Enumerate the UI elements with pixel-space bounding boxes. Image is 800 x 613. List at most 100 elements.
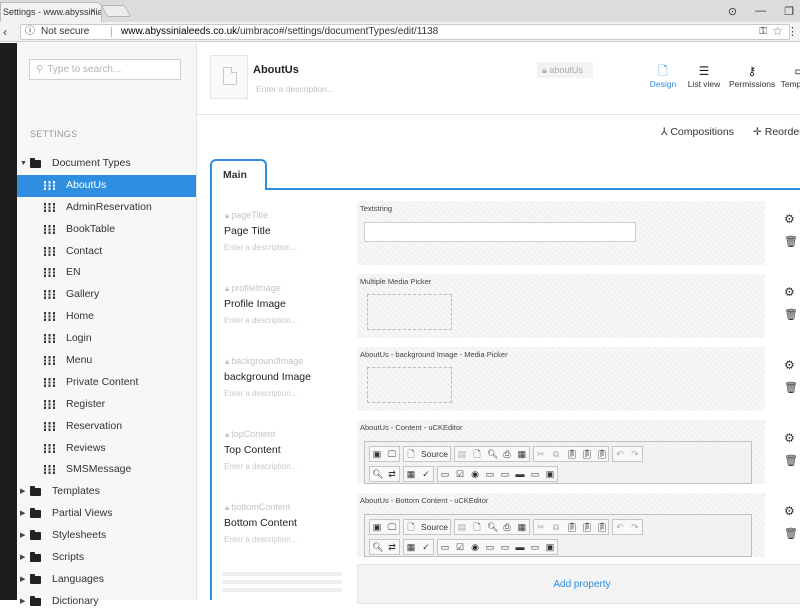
design-button[interactable]: 🗋︎ Design <box>640 63 686 89</box>
media-picker-placeholder[interactable] <box>367 294 452 330</box>
tab-main[interactable]: Main <box>210 159 267 190</box>
collapsed-arrow-icon[interactable]: ▶ <box>20 591 25 613</box>
tree-node-stylesheets[interactable]: ▶ Stylesheets <box>17 525 196 547</box>
new-tab-button[interactable] <box>100 5 132 17</box>
property-editor-preview[interactable]: Textstring <box>357 201 765 265</box>
print-icon[interactable]: ⎙ <box>502 449 512 459</box>
button-icon[interactable]: ▭ <box>530 542 540 552</box>
cke-source-button[interactable]: 🗋︎ Source <box>403 519 451 535</box>
collapsed-arrow-icon[interactable]: ▶ <box>20 547 25 569</box>
tree-node-register[interactable]: Register <box>17 394 196 416</box>
trash-icon[interactable]: 🗑︎ <box>784 454 798 467</box>
gear-icon[interactable]: ⚙ <box>784 504 795 518</box>
maximize-icon[interactable]: ❐ <box>784 5 794 18</box>
tab-close-icon[interactable]: × <box>90 3 96 21</box>
browser-tab[interactable]: Settings - www.abyssinial × <box>0 2 102 22</box>
new-page-icon[interactable]: 🗋︎ <box>472 522 482 532</box>
image-icon[interactable]: ▣ <box>372 449 382 459</box>
spellcheck-icon[interactable]: ✓ <box>421 542 431 552</box>
tree-node-adminreservation[interactable]: AdminReservation <box>17 197 196 219</box>
print-icon[interactable]: ⎙ <box>502 522 512 532</box>
property-name[interactable]: Profile Image <box>224 298 286 310</box>
tree-node-private-content[interactable]: Private Content <box>17 372 196 394</box>
expanded-arrow-icon[interactable]: ▼ <box>20 153 27 175</box>
copy-icon[interactable]: ⧉ <box>551 522 561 532</box>
key-icon[interactable]: ⚿ <box>759 25 767 39</box>
property-editor-preview[interactable]: AboutUs - Bottom Content - uCKEditor ▣ 🖵︎ 🗋… <box>357 493 765 557</box>
property-alias[interactable]: 🔒︎ backgroundImage <box>225 356 303 367</box>
trash-icon[interactable]: 🗑︎ <box>784 308 798 321</box>
media-icon[interactable]: 🖵︎ <box>387 449 397 459</box>
preview-icon[interactable]: 🔍︎ <box>487 449 498 459</box>
form-icon[interactable]: ▭ <box>440 542 450 552</box>
imagebutton-icon[interactable]: ▣ <box>545 469 555 479</box>
tree-node-gallery[interactable]: Gallery <box>17 284 196 306</box>
textarea-icon[interactable]: ▭ <box>500 469 510 479</box>
button-icon[interactable]: ▭ <box>530 469 540 479</box>
replace-icon[interactable]: ⇄ <box>387 469 397 479</box>
paste-text-icon[interactable]: 📋︎ <box>581 522 592 532</box>
textfield-icon[interactable]: ▭ <box>485 469 495 479</box>
image-icon[interactable]: ▣ <box>372 522 382 532</box>
imagebutton-icon[interactable]: ▣ <box>545 542 555 552</box>
property-editor-preview[interactable]: Multiple Media Picker <box>357 274 765 338</box>
paste-text-icon[interactable]: 📋︎ <box>581 449 592 459</box>
media-icon[interactable]: 🖵︎ <box>387 522 397 532</box>
tree-node-aboutus[interactable]: AboutUs <box>17 174 196 197</box>
preview-icon[interactable]: 🔍︎ <box>487 522 498 532</box>
permissions-button[interactable]: ⚷ Permissions <box>729 63 775 89</box>
property-description[interactable]: Enter a description... <box>224 389 297 398</box>
doctype-alias[interactable]: 🔒︎ aboutUs <box>537 62 593 78</box>
tree-node-document-types[interactable]: ▼ Document Types <box>17 153 196 175</box>
tree-node-contact[interactable]: Contact <box>17 241 196 263</box>
copy-icon[interactable]: ⧉ <box>551 449 561 459</box>
paste-word-icon[interactable]: 📋︎ <box>596 449 607 459</box>
tree-node-reviews[interactable]: Reviews <box>17 438 196 460</box>
property-editor-preview[interactable]: AboutUs - background Image - Media Picke… <box>357 347 765 411</box>
spellcheck-icon[interactable]: ✓ <box>421 469 431 479</box>
select-icon[interactable]: ▬ <box>515 542 525 552</box>
cke-source-button[interactable]: 🗋︎ Source <box>403 446 451 462</box>
trash-icon[interactable]: 🗑︎ <box>784 235 798 248</box>
form-icon[interactable]: ▭ <box>440 469 450 479</box>
undo-icon[interactable]: ↶ <box>615 449 625 459</box>
tree-node-scripts[interactable]: ▶ Scripts <box>17 547 196 569</box>
radio-icon[interactable]: ◉ <box>470 542 480 552</box>
redo-icon[interactable]: ↷ <box>630 449 640 459</box>
reorder-button[interactable]: ✛ Reorder <box>753 126 800 138</box>
collapsed-arrow-icon[interactable]: ▶ <box>20 481 25 503</box>
property-name[interactable]: Page Title <box>224 225 271 237</box>
tree-node-reservation[interactable]: Reservation <box>17 416 196 438</box>
browser-menu-icon[interactable]: ⋮ <box>787 25 798 38</box>
templates-icon[interactable]: ▦ <box>517 522 527 532</box>
info-icon[interactable]: ⓘ <box>25 25 35 39</box>
templates-icon[interactable]: ▦ <box>517 449 527 459</box>
textarea-icon[interactable]: ▭ <box>500 542 510 552</box>
gear-icon[interactable]: ⚙ <box>784 212 795 226</box>
trash-icon[interactable]: 🗑︎ <box>784 527 798 540</box>
radio-icon[interactable]: ◉ <box>470 469 480 479</box>
trash-icon[interactable]: 🗑︎ <box>784 381 798 394</box>
save-icon[interactable]: ▤ <box>457 449 467 459</box>
collapsed-arrow-icon[interactable]: ▶ <box>20 525 25 547</box>
minimize-icon[interactable]: — <box>755 5 766 17</box>
checkbox-icon[interactable]: ☑ <box>455 469 465 479</box>
tree-node-smsmessage[interactable]: SMSMessage <box>17 459 196 481</box>
property-alias[interactable]: 🔒︎ profileImage <box>225 283 281 294</box>
checkbox-icon[interactable]: ☑ <box>455 542 465 552</box>
save-icon[interactable]: ▤ <box>457 522 467 532</box>
tree-search-input[interactable]: ⚲ Type to search... <box>29 59 181 80</box>
collapsed-arrow-icon[interactable]: ▶ <box>20 503 25 525</box>
list-view-button[interactable]: ☰ List view <box>681 63 727 89</box>
tree-node-languages[interactable]: ▶ Languages <box>17 569 196 591</box>
property-alias[interactable]: 🔒︎ topContent <box>225 429 275 440</box>
tree-node-en[interactable]: EN <box>17 262 196 284</box>
property-description[interactable]: Enter a description... <box>224 535 297 544</box>
tree-node-booktable[interactable]: BookTable <box>17 219 196 241</box>
bookmark-star-icon[interactable]: ☆ <box>772 24 783 38</box>
tree-node-login[interactable]: Login <box>17 328 196 350</box>
gear-icon[interactable]: ⚙ <box>784 285 795 299</box>
tree-node-templates[interactable]: ▶ Templates <box>17 481 196 503</box>
templates-button[interactable]: ▭Templates <box>777 63 800 89</box>
property-name[interactable]: Bottom Content <box>224 517 297 529</box>
